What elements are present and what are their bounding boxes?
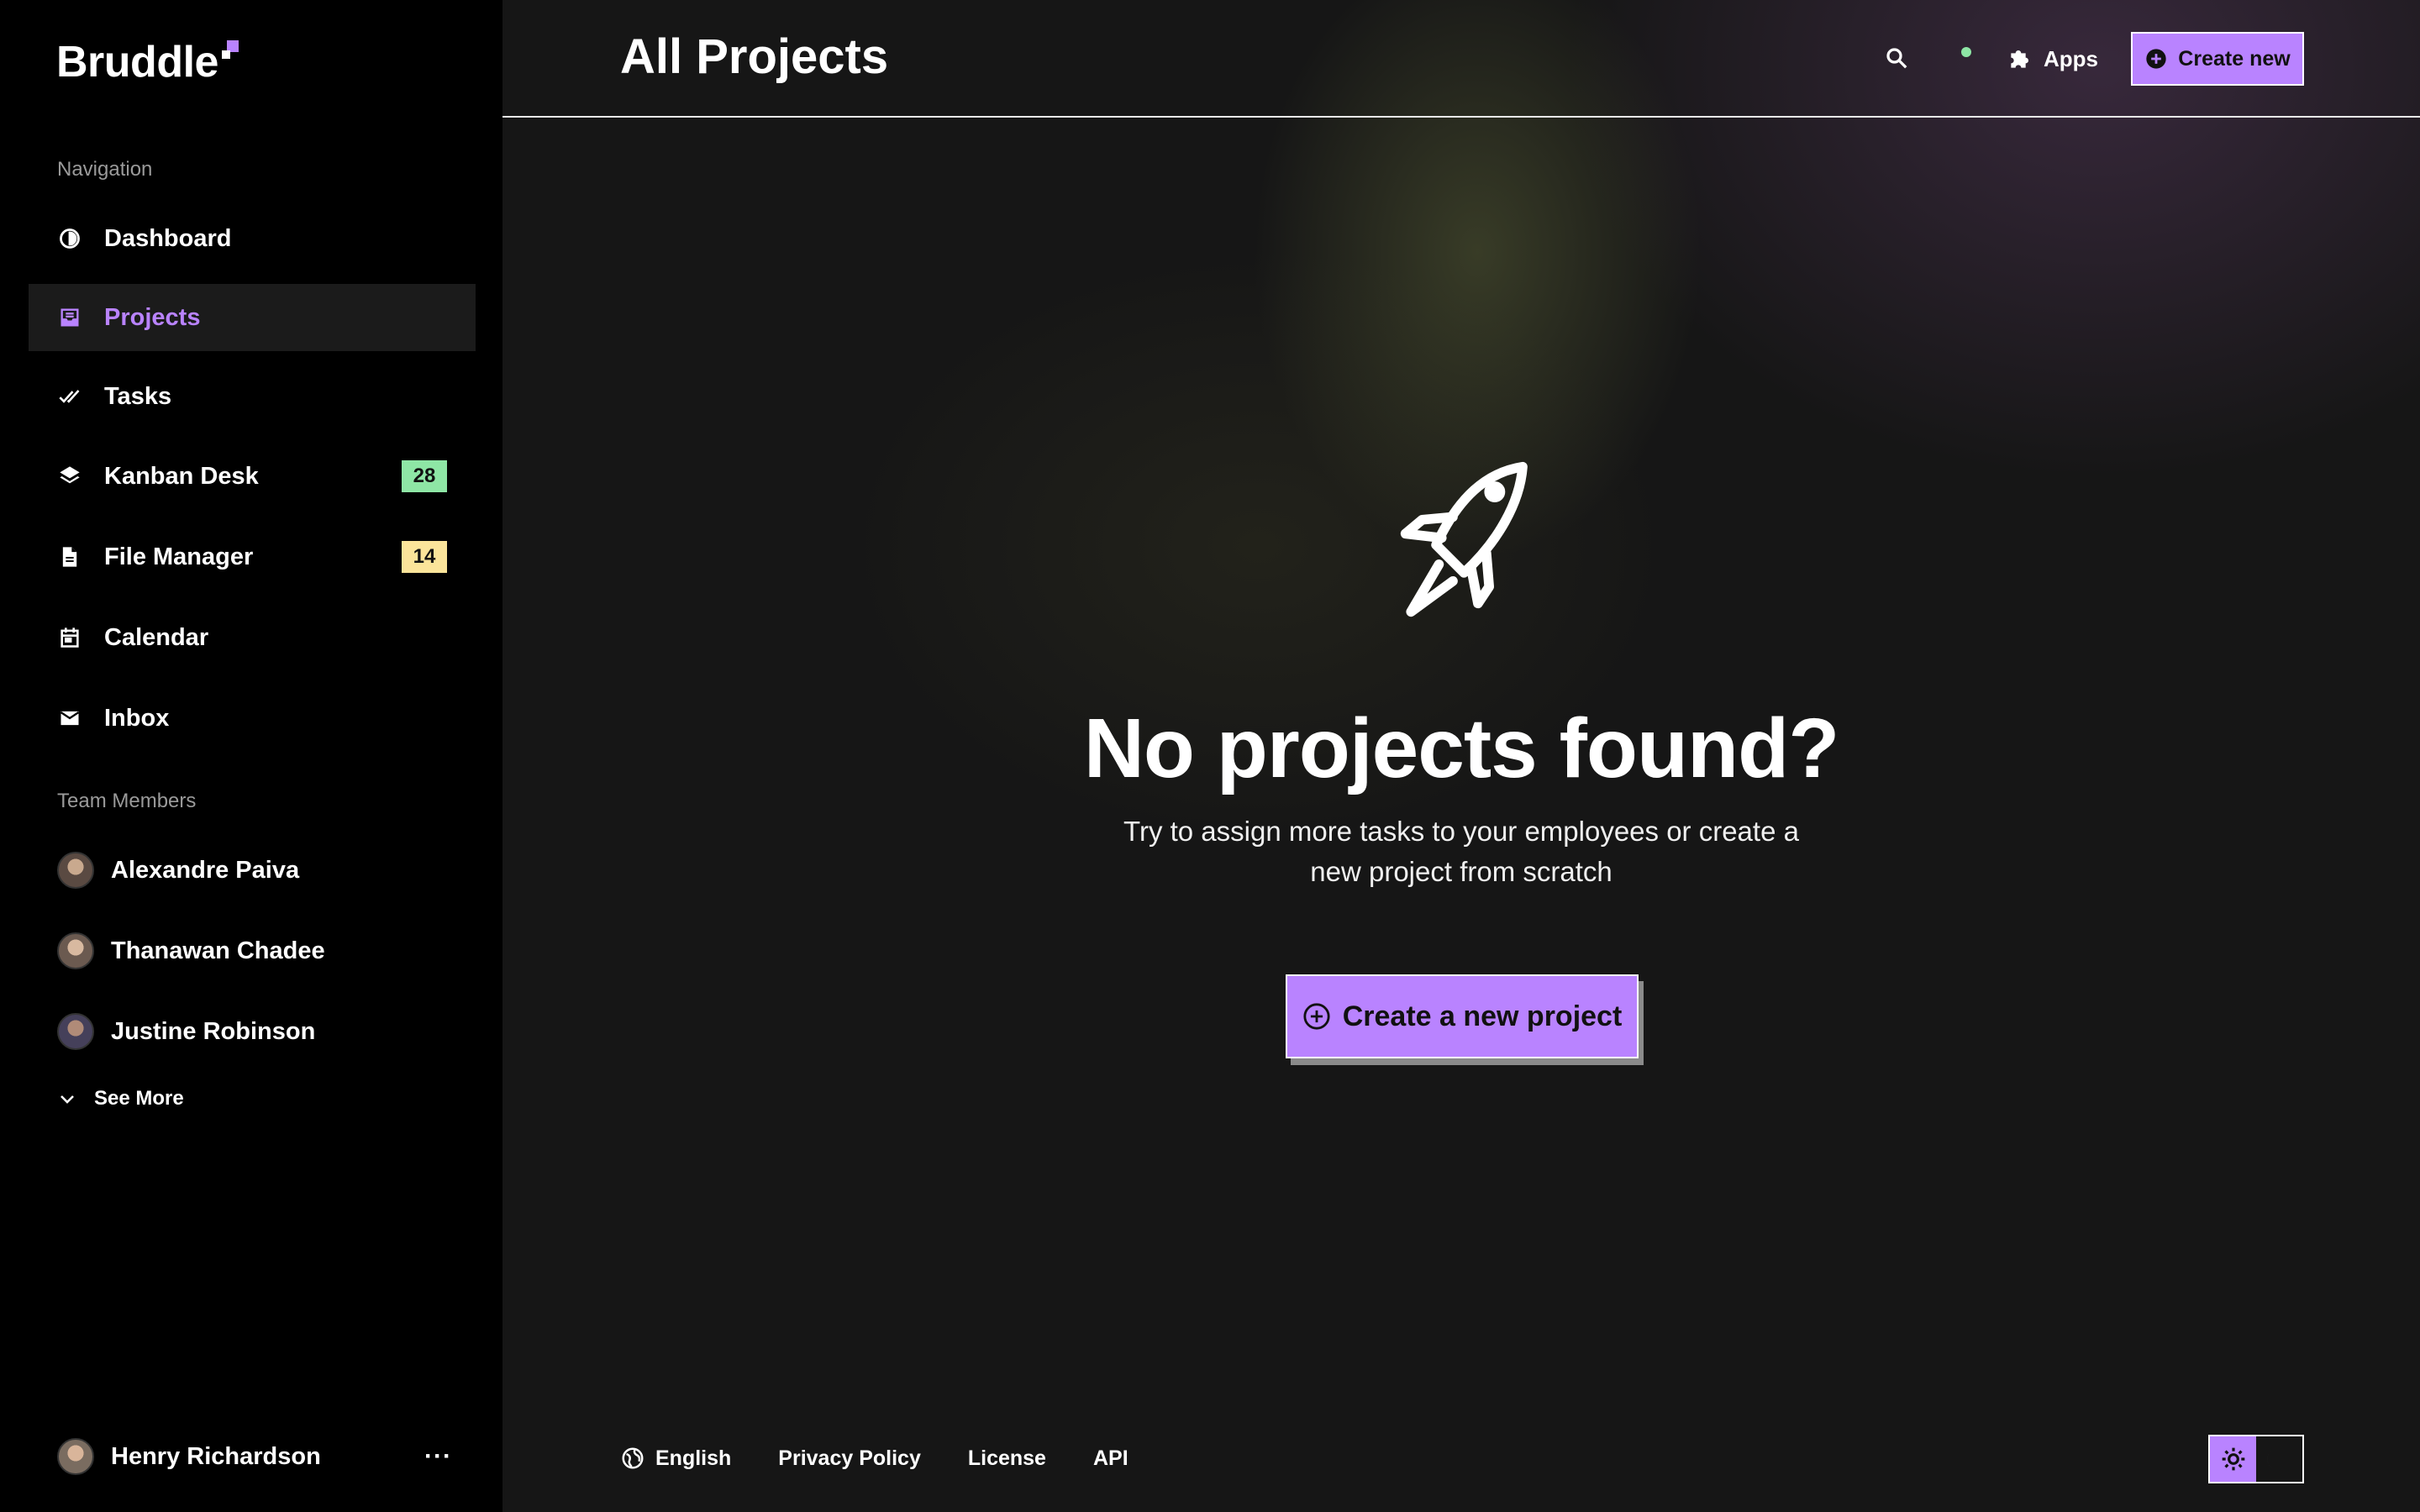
team-member-justine-robinson[interactable]: Justine Robinson	[57, 1011, 315, 1052]
plus-circle-icon	[2146, 49, 2166, 69]
api-link[interactable]: API	[1093, 1446, 1128, 1471]
avatar	[57, 1013, 94, 1050]
gear-icon	[2222, 1447, 2244, 1471]
navigation-section-label: Navigation	[57, 158, 153, 181]
apps-button[interactable]: Apps	[2007, 40, 2098, 77]
avatar	[57, 932, 94, 969]
sidebar-item-label: File Manager	[104, 543, 254, 570]
globe-icon	[622, 1447, 644, 1469]
sidebar-item-label: Projects	[104, 303, 201, 331]
sidebar: Bruddle Navigation Dashboard Projects Ta…	[0, 0, 502, 1512]
sidebar-item-file-manager[interactable]: File Manager 14	[29, 523, 476, 591]
rocket-icon	[1400, 461, 1528, 617]
kanban-count-badge: 28	[402, 460, 447, 492]
sidebar-item-label: Inbox	[104, 704, 170, 732]
team-member-alexandre-paiva[interactable]: Alexandre Paiva	[57, 850, 299, 890]
create-project-button[interactable]: Create a new project	[1286, 974, 1639, 1058]
language-label: English	[655, 1446, 732, 1470]
language-selector[interactable]: English	[620, 1446, 731, 1471]
sidebar-item-kanban-desk[interactable]: Kanban Desk 28	[29, 443, 476, 510]
chevron-down-icon	[60, 1095, 74, 1104]
privacy-policy-link[interactable]: Privacy Policy	[778, 1446, 921, 1471]
file-icon	[57, 544, 82, 570]
team-member-name: Justine Robinson	[111, 1017, 316, 1045]
top-bar: All Projects Apps Create new	[502, 0, 2420, 118]
sidebar-item-label: Dashboard	[104, 224, 232, 252]
empty-state-description: Try to assign more tasks to your employe…	[1123, 816, 1799, 887]
team-member-name: Alexandre Paiva	[111, 856, 300, 884]
layers-icon	[57, 464, 82, 489]
sidebar-item-calendar[interactable]: Calendar	[29, 604, 476, 671]
dark-mode-button[interactable]	[2256, 1436, 2302, 1482]
see-more-button[interactable]: See More	[57, 1087, 184, 1110]
app-logo[interactable]: Bruddle	[56, 37, 240, 87]
double-check-icon	[57, 384, 82, 409]
search-icon[interactable]	[1884, 45, 1909, 71]
moon-icon	[2266, 1449, 2277, 1469]
plus-circle-icon	[1303, 1003, 1330, 1030]
more-options-icon[interactable]: ···	[424, 1442, 452, 1471]
inbox-tray-icon	[57, 305, 82, 330]
footer: English Privacy Policy License API	[620, 1438, 1176, 1478]
team-member-name: Thanawan Chadee	[111, 937, 325, 964]
light-mode-button[interactable]	[2210, 1436, 2256, 1482]
sidebar-item-label: Calendar	[104, 623, 209, 651]
sidebar-item-tasks[interactable]: Tasks	[29, 363, 476, 430]
create-project-label: Create a new project	[1342, 1000, 1623, 1032]
logo-text: Bruddle	[56, 38, 218, 87]
current-user[interactable]: Henry Richardson ···	[57, 1436, 452, 1477]
sidebar-item-label: Tasks	[104, 382, 172, 410]
sidebar-item-inbox[interactable]: Inbox	[29, 685, 476, 752]
sidebar-item-label: Kanban Desk	[104, 462, 259, 490]
sidebar-item-dashboard[interactable]: Dashboard	[29, 205, 476, 272]
mail-icon	[57, 706, 82, 731]
page-title: All Projects	[620, 29, 889, 84]
theme-toggle[interactable]	[2208, 1435, 2304, 1483]
current-user-name: Henry Richardson	[111, 1442, 321, 1470]
team-members-section-label: Team Members	[57, 790, 197, 812]
online-status-indicator	[1961, 47, 1971, 57]
see-more-label: See More	[94, 1087, 184, 1110]
license-link[interactable]: License	[968, 1446, 1046, 1471]
calendar-icon	[57, 625, 82, 650]
dashboard-icon	[57, 226, 82, 251]
team-member-thanawan-chadee[interactable]: Thanawan Chadee	[57, 931, 325, 971]
empty-state-title: No projects found?	[1083, 701, 1840, 795]
create-new-label: Create new	[2178, 46, 2291, 71]
sidebar-item-projects[interactable]: Projects	[29, 284, 476, 351]
puzzle-icon	[2011, 50, 2028, 68]
avatar	[57, 852, 94, 889]
create-new-button[interactable]: Create new	[2131, 32, 2304, 86]
main-content: All Projects Apps Create new No projects…	[502, 0, 2420, 1512]
file-manager-count-badge: 14	[402, 541, 447, 573]
apps-label: Apps	[2044, 45, 2098, 71]
logo-mark-icon	[221, 40, 240, 59]
avatar	[57, 1438, 94, 1475]
